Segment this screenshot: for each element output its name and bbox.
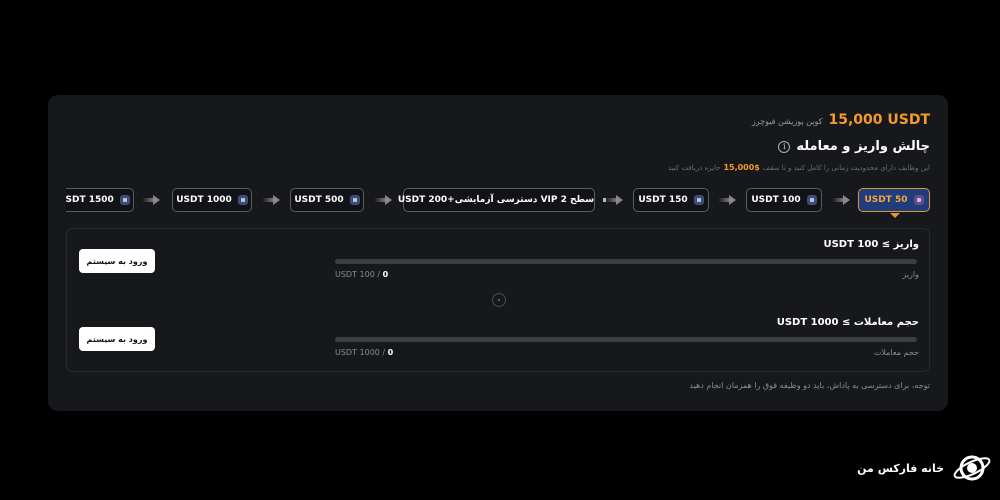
progress-target: USDT 1000 /: [335, 348, 388, 357]
tier-label: USDT 50: [864, 195, 908, 205]
task-deposit: واریز ≥ 100 USDT واریز USDT 100 / 0 ورود…: [67, 229, 931, 289]
tier-usdt-50[interactable]: USDT 50: [858, 188, 930, 212]
tier-usdt-200-vip[interactable]: USDT 200+دسترسی آزمایشی VIP سطح 2: [398, 188, 608, 212]
satellite-logo-icon: [953, 455, 991, 481]
task-progress: USDT 100 / 0: [335, 270, 388, 279]
reward-tiers: USDT 1500 USDT 1000 USDT 500 USDT 200+دس…: [66, 188, 930, 212]
arrow-icon: [375, 194, 393, 206]
tier-usdt-100[interactable]: USDT 100: [746, 188, 822, 212]
reward-amount: 15,000 USDT: [828, 112, 930, 128]
progress-bar: [335, 259, 917, 264]
lock-icon: [349, 195, 360, 205]
arrow-icon: [606, 194, 624, 206]
task-progress: USDT 1000 / 0: [335, 348, 393, 357]
tier-usdt-1000[interactable]: USDT 1000: [172, 188, 252, 212]
gift-icon: [913, 195, 924, 205]
task-title: واریز ≥ 100 USDT: [823, 239, 919, 250]
lock-icon: [693, 195, 704, 205]
info-icon[interactable]: i: [778, 140, 791, 153]
progress-current: 0: [387, 348, 394, 357]
arrow-icon: [719, 194, 737, 206]
active-tier-caret: [890, 213, 900, 218]
subtitle: این وظایف دارای محدودیت زمانی را کامل کن…: [668, 163, 930, 172]
subtitle-prefix: این وظایف دارای محدودیت زمانی را کامل کن…: [762, 164, 930, 172]
tier-usdt-150[interactable]: USDT 150: [633, 188, 709, 212]
coupon-label: کوپن پوزیشن فیوچرز: [751, 117, 823, 126]
brand-watermark: خانه فارکس من: [857, 448, 992, 488]
title-row: چالش واریز و معامله i: [778, 139, 930, 154]
task-trading-volume: حجم معاملات ≥ 1000 USDT حجم معاملات USDT…: [67, 307, 931, 367]
arrow-icon: [263, 194, 281, 206]
page-title: چالش واریز و معامله: [796, 139, 930, 154]
tier-label: USDT 1500: [66, 195, 114, 205]
tier-label: USDT 1000: [176, 195, 232, 205]
subtitle-suffix: جایزه دریافت کنید: [668, 164, 721, 172]
brand-name: خانه فارکس من: [857, 461, 944, 475]
challenge-panel: 15,000 USDT کوپن پوزیشن فیوچرز چالش واری…: [48, 95, 948, 411]
task-list: واریز ≥ 100 USDT واریز USDT 100 / 0 ورود…: [66, 228, 930, 372]
reward-header: 15,000 USDT کوپن پوزیشن فیوچرز: [752, 112, 930, 128]
progress-target: USDT 100 /: [335, 270, 383, 279]
lock-icon: [806, 195, 817, 205]
tier-label: USDT 200+دسترسی آزمایشی VIP سطح 2: [397, 195, 595, 205]
arrow-icon: [143, 194, 161, 206]
progress-current: 0: [382, 270, 389, 279]
tier-label: USDT 150: [638, 195, 688, 205]
divider-dot-icon: [492, 293, 506, 307]
login-button[interactable]: ورود به سیستم: [79, 249, 155, 273]
tier-label: USDT 500: [294, 195, 344, 205]
tier-label: USDT 100: [751, 195, 801, 205]
task-label: حجم معاملات: [873, 348, 919, 357]
login-button[interactable]: ورود به سیستم: [79, 327, 155, 351]
tier-usdt-1500[interactable]: USDT 1500: [66, 188, 134, 212]
arrow-icon: [833, 194, 851, 206]
lock-icon: [237, 195, 248, 205]
task-title: حجم معاملات ≥ 1000 USDT: [776, 317, 919, 328]
task-label: واریز: [902, 270, 919, 279]
requirement-note: توجه، برای دسترسی به پاداش، باید دو وظیف…: [689, 381, 930, 390]
tier-usdt-500[interactable]: USDT 500: [290, 188, 364, 212]
progress-bar: [335, 337, 917, 342]
lock-icon: [119, 195, 130, 205]
subtitle-amount: 15,000$: [723, 163, 760, 172]
